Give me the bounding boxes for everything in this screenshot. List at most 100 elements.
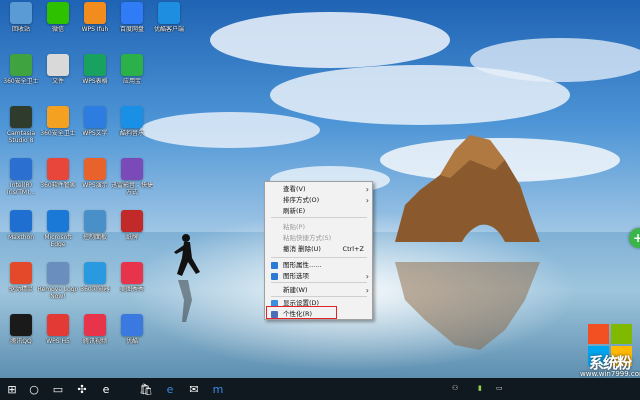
menu-item-label: 排序方式(O): [283, 196, 320, 204]
menu-item[interactable]: 图形属性......: [265, 260, 372, 271]
menu-item[interactable]: 新建(W) ›: [265, 285, 372, 296]
desktop-icon[interactable]: Maxthon: [4, 210, 38, 254]
mail-icon[interactable]: ✉: [184, 378, 204, 400]
desktop-icon-label: 360安全卫士: [3, 78, 39, 85]
desktop-icon[interactable]: 应用宝: [115, 54, 149, 98]
desktop-icon-label: WPS表格: [82, 78, 108, 85]
menu-item-label: 粘贴快捷方式(S): [283, 234, 332, 242]
menu-item[interactable]: 排序方式(O) ›: [265, 195, 372, 206]
desktop-icon[interactable]: 酷狗音乐: [115, 106, 149, 150]
qq-icon: [10, 314, 32, 336]
desktop-icon-label: 百度网盘: [119, 26, 144, 33]
desktop-icon[interactable]: Intel(R) Iris(TM)...: [4, 158, 38, 202]
menu-item[interactable]: 刷新(E): [265, 206, 372, 217]
ie-icon[interactable]: e: [96, 378, 116, 400]
menu-item-label: 粘贴(P): [283, 223, 305, 231]
desktop-icon[interactable]: 微信: [41, 2, 75, 46]
task-view-icon[interactable]: ▭: [48, 378, 68, 400]
taskbar: ⊞ ○ ▭ ✣ e 🛍 e ✉ m ⚇ ▮ ▭: [0, 378, 640, 400]
chevron-right-icon: ›: [365, 185, 369, 194]
desktop-icon-label: 酷狗音乐: [119, 130, 144, 137]
desktop-icon-label: 腾讯QQ: [10, 338, 32, 345]
desktop-icon-grid: 回收站 微信 WPS Ifuh 百度网盘 优酷客户端 360安全卫士 文件 WPS表格 应用宝 C…: [0, 0, 200, 378]
desktop-icon[interactable]: 360安全卫士: [40, 106, 76, 150]
maxthon-icon[interactable]: m: [208, 378, 228, 400]
remove-logo-icon: [47, 262, 69, 284]
menu-item[interactable]: 粘贴快捷方式(S): [265, 233, 372, 244]
desktop-icon-label: 回收站: [11, 26, 30, 33]
desktop-icon[interactable]: 360安全卫士: [3, 54, 39, 98]
menu-item[interactable]: 撤消 删除(U) Ctrl+Z: [265, 244, 372, 255]
pinwheel-app-icon[interactable]: ✣: [72, 378, 92, 400]
desktop-icon[interactable]: 控制面板: [78, 210, 112, 254]
desktop-icon-label: WPS Ifuh: [81, 26, 109, 33]
meitu-icon: [121, 262, 143, 284]
desktop-icon-label: Camtasia Studio 8: [6, 130, 36, 144]
desktop-icon[interactable]: Microsoft Edge: [41, 210, 75, 254]
desktop-icon[interactable]: Camtasia Studio 8: [4, 106, 38, 150]
desktop-icon-label: 美图秀秀: [119, 286, 144, 293]
store-icon[interactable]: 🛍: [136, 378, 156, 400]
desktop-icon-label: Intel(R) Iris(TM)...: [6, 182, 36, 196]
desktop-icon[interactable]: 百度网盘: [115, 2, 149, 46]
desktop-icon-label: Remove Logo Now!: [37, 286, 79, 300]
desktop-icon[interactable]: 360浏览器: [78, 262, 112, 306]
wps-spreadsheet-icon: [84, 54, 106, 76]
graphics-properties-icon: [271, 262, 278, 269]
desktop-icon-label: 优酷客户端: [153, 26, 184, 33]
desktop-icon[interactable]: 优酷: [115, 314, 149, 358]
desktop-icon-label: 360安全卫士: [40, 130, 76, 137]
wps-icon: [84, 2, 106, 24]
watermark-url: www.win7999.com: [580, 370, 640, 378]
desktop-icon[interactable]: 回收站: [4, 2, 38, 46]
desktop-icon[interactable]: 美图秀秀: [115, 262, 149, 306]
desktop-icon-label: 360浏览器: [80, 286, 110, 293]
network-icon[interactable]: ▮: [478, 384, 482, 392]
solitaire-icon: [121, 210, 143, 232]
desktop-icon-label: 360软件管家: [40, 182, 76, 189]
battery-icon[interactable]: ▭: [496, 384, 503, 392]
menu-item-label: 新建(W): [283, 286, 308, 294]
menu-item[interactable]: 查看(V) ›: [265, 184, 372, 195]
chevron-right-icon: ›: [365, 196, 369, 205]
desktop-icon-label: 控制面板: [82, 234, 107, 241]
desktop-icon[interactable]: WPS表格: [78, 54, 112, 98]
menu-item-label: 图形属性......: [283, 261, 322, 269]
menu-item-label: 撤消 删除(U): [283, 245, 321, 253]
desktop-icon[interactable]: 优酷客户端: [152, 2, 186, 46]
desktop-icon[interactable]: 腾讯QQ: [4, 314, 38, 358]
desktop-icon[interactable]: WPS H5: [41, 314, 75, 358]
kugou-icon: [121, 106, 143, 128]
tencent-video-icon: [84, 314, 106, 336]
people-icon[interactable]: ⚇: [452, 384, 458, 392]
wps-h5-icon: [47, 314, 69, 336]
menu-item[interactable]: 粘贴(P): [265, 222, 372, 233]
youku-video-icon: [121, 314, 143, 336]
software-manager-icon: [47, 158, 69, 180]
chevron-right-icon: ›: [365, 272, 369, 281]
desktop-icon[interactable]: WPS Ifuh: [78, 2, 112, 46]
recycle-bin-icon: [10, 2, 32, 24]
desktop-icon[interactable]: 腾讯视频: [78, 314, 112, 358]
menu-item[interactable]: 图形选项 ›: [265, 271, 372, 282]
desktop-icon[interactable]: 360软件管家: [40, 158, 76, 202]
desktop-icon[interactable]: 文件: [41, 54, 75, 98]
browser-icon: [84, 262, 106, 284]
security-guard-icon: [47, 106, 69, 128]
desktop-icon[interactable]: WPS演示: [78, 158, 112, 202]
desktop-icon[interactable]: 驱动精灵: [4, 262, 38, 306]
maxthon-icon: [10, 210, 32, 232]
app-store-icon: [121, 54, 143, 76]
menu-item-shortcut: Ctrl+Z: [342, 245, 364, 253]
start-icon[interactable]: ⊞: [2, 378, 22, 400]
desktop-icon[interactable]: WPS文字: [78, 106, 112, 150]
desktop-icon[interactable]: 迅雷影音 - 快捷方式: [111, 158, 153, 202]
desktop-icon[interactable]: 纸牌: [115, 210, 149, 254]
desktop-icon-label: Microsoft Edge: [44, 234, 72, 248]
search-icon[interactable]: ○: [24, 378, 44, 400]
menu-item-label: 图形选项: [283, 272, 309, 280]
edge-icon[interactable]: e: [160, 378, 180, 400]
desktop-icon-label: 文件: [51, 78, 64, 85]
desktop-icon-label: 迅雷影音 - 快捷方式: [111, 182, 153, 196]
desktop-icon[interactable]: Remove Logo Now!: [38, 262, 78, 306]
